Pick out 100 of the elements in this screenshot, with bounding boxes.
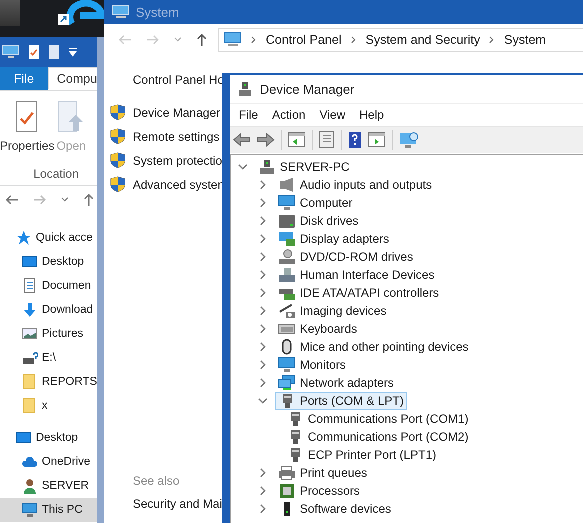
see-also-link[interactable]: Security and Mai <box>133 497 222 511</box>
window-title: System <box>136 4 180 20</box>
nav-item[interactable]: x <box>0 394 97 418</box>
back-icon[interactable] <box>5 194 19 206</box>
speaker-icon <box>278 177 296 193</box>
tree-item[interactable]: Keyboards <box>275 320 360 338</box>
picture-icon <box>22 326 38 342</box>
folder-icon <box>22 374 38 390</box>
computer-icon <box>238 81 252 97</box>
open-icon <box>57 101 86 133</box>
new-folder-icon[interactable] <box>48 44 60 60</box>
menu-item[interactable]: View <box>320 108 346 122</box>
tree-item[interactable]: Disk drives <box>275 212 362 230</box>
monitor-icon <box>278 195 296 211</box>
ribbon-tab[interactable]: Compu <box>48 67 97 90</box>
chevron-icon <box>350 36 357 44</box>
tree-item[interactable]: IDE ATA/ATAPI controllers <box>275 284 442 302</box>
monitor-search-icon[interactable] <box>399 131 421 149</box>
pane-icon[interactable] <box>288 132 306 148</box>
tree-item[interactable]: Software devices <box>275 500 394 518</box>
nav-item[interactable]: This PC <box>0 498 97 522</box>
ribbon-button[interactable]: Properties <box>0 101 55 167</box>
menu-item[interactable]: Help <box>360 108 384 122</box>
disc-drive-icon <box>278 249 296 265</box>
ribbon-tab[interactable]: File <box>0 67 48 90</box>
properties-icon <box>15 101 40 133</box>
tree-item[interactable]: Mice and other pointing devices <box>275 338 472 356</box>
desktop-icon <box>16 430 32 446</box>
tree-item[interactable]: Display adapters <box>275 230 392 248</box>
properties-icon[interactable] <box>319 131 335 149</box>
tree-item[interactable]: Print queues <box>275 464 370 482</box>
nav-item[interactable]: Quick acce <box>0 226 97 250</box>
back-icon[interactable] <box>233 133 251 147</box>
task-link[interactable]: System protectio <box>133 154 222 168</box>
nav-item[interactable]: Desktop <box>0 426 97 450</box>
chevron-icon <box>489 36 496 44</box>
desktop-icon <box>22 254 38 270</box>
nav-item[interactable]: OneDrive <box>0 450 97 474</box>
tree-item[interactable]: Network adapters <box>275 374 398 392</box>
nav-item[interactable]: Download <box>0 298 97 322</box>
nav-item[interactable]: Documen <box>0 274 97 298</box>
tree-item[interactable]: Processors <box>275 482 364 500</box>
pc-icon[interactable] <box>2 45 20 59</box>
user-icon <box>22 478 38 494</box>
shield-icon <box>110 104 126 121</box>
nav-item[interactable]: REPORTS <box>0 370 97 394</box>
up-icon[interactable] <box>196 32 208 46</box>
disk-drive-icon <box>278 213 296 229</box>
task-link[interactable]: Remote settings <box>133 130 220 144</box>
chip-icon <box>278 483 296 499</box>
folder-icon <box>22 398 38 414</box>
camera-icon <box>278 303 296 319</box>
breadcrumb-item[interactable]: Control Panel <box>266 32 342 46</box>
tree-item[interactable]: Audio inputs and outputs <box>275 176 436 194</box>
nav-item[interactable]: SERVER <box>0 474 97 498</box>
dropdown-icon[interactable] <box>61 196 69 204</box>
drive-icon <box>22 350 38 366</box>
shield-icon <box>110 176 126 193</box>
task-link[interactable]: Device Manager <box>133 106 220 120</box>
tree-item[interactable]: Ports (COM & LPT) <box>275 392 408 410</box>
printer-icon <box>278 465 296 481</box>
tree-item[interactable]: Imaging devices <box>275 302 390 320</box>
tree-item[interactable]: ECP Printer Port (LPT1) <box>283 446 440 464</box>
pc-icon <box>224 32 242 48</box>
dropdown-icon[interactable] <box>68 47 78 57</box>
tree-item[interactable]: Computer <box>275 194 356 212</box>
star-icon <box>16 230 32 246</box>
document-icon <box>22 278 38 294</box>
shield-icon <box>110 128 126 145</box>
group-label: Location <box>34 167 80 183</box>
computer-icon <box>258 159 276 175</box>
forward-icon[interactable] <box>257 133 275 147</box>
window-title: Device Manager <box>260 82 355 96</box>
input-device-icon <box>278 267 296 283</box>
tree-item[interactable]: Communications Port (COM2) <box>283 428 472 446</box>
menu-item[interactable]: Action <box>272 108 306 122</box>
cloud-icon <box>22 454 38 470</box>
menu-item[interactable]: File <box>239 108 258 122</box>
address-bar[interactable]: Control Panel System and Security System <box>218 28 583 52</box>
tree-item[interactable]: SERVER-PC <box>255 158 353 176</box>
download-icon <box>22 302 38 318</box>
pc-icon <box>22 502 38 518</box>
tree-item[interactable]: Communications Port (COM1) <box>283 410 472 428</box>
section-heading: See also <box>133 474 180 488</box>
up-icon[interactable] <box>83 192 95 206</box>
nav-item[interactable]: Pictures <box>0 322 97 346</box>
tree-item[interactable]: DVD/CD-ROM drives <box>275 248 416 266</box>
pane-icon[interactable] <box>368 132 386 148</box>
nav-item[interactable]: Desktop <box>0 250 97 274</box>
tree-item[interactable]: Monitors <box>275 356 350 374</box>
help-icon[interactable] <box>348 131 362 149</box>
breadcrumb-item[interactable]: System and Security <box>366 32 480 46</box>
breadcrumb-item[interactable]: System <box>504 32 546 46</box>
nav-item[interactable]: E:\ <box>0 346 97 370</box>
display-adapter-icon <box>278 231 296 247</box>
chevron-icon <box>251 36 257 44</box>
properties-icon[interactable] <box>28 44 40 60</box>
network-icon <box>278 375 296 391</box>
tree-item[interactable]: Human Interface Devices <box>275 266 438 284</box>
pc-icon <box>112 5 130 19</box>
